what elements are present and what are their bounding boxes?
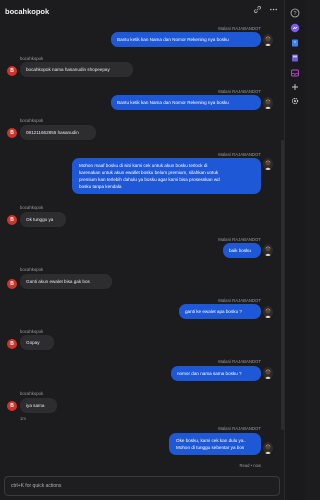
help-icon[interactable]: ?: [290, 8, 300, 18]
message-input[interactable]: ctrl+K for quick actions: [4, 476, 280, 496]
book-icon[interactable]: [290, 53, 300, 63]
customer-avatar: B: [7, 339, 17, 349]
sender-name: Malani RAJABANDOT: [218, 298, 261, 303]
message-bubble-outgoing: Mohon maaf bosku di sini kami cek untuk …: [72, 158, 261, 194]
message-bubble-incoming: Ok tunggu ya: [20, 212, 66, 227]
sender-name: bocahkopok: [20, 329, 44, 334]
message-line: karenakan untuk akun ewallet bosku belum…: [79, 170, 219, 175]
message-line: Oke bosku, kami cek kan dulu ya..: [176, 438, 246, 443]
read-status: Read • now: [239, 463, 262, 468]
message-line: premium kan terlebih dahulu ya bosku aga…: [79, 177, 220, 182]
agent-avatar: [263, 34, 273, 46]
message-bubble-outgoing: Bantu ketik kan Nama dan Nomor Rekening …: [111, 32, 261, 47]
message-bubble-outgoing: nomor dan nama sama bosku ?: [171, 366, 261, 381]
agent-avatar: [263, 442, 273, 454]
sender-name: Malani RAJABANDOT: [218, 89, 261, 94]
sender-name: Malani RAJABANDOT: [218, 26, 261, 31]
right-sidebar: ?: [284, 0, 305, 500]
sender-name: Malani RAJABANDOT: [218, 237, 261, 242]
message-bubble-incoming: Ganti akun ewalet bisa gak bos: [20, 274, 112, 289]
bookmark-icon[interactable]: [290, 38, 300, 48]
sender-name: bocahkopok: [20, 56, 44, 61]
agent-avatar: [263, 367, 273, 379]
customer-avatar: B: [7, 401, 17, 411]
message-bubble-incoming: iya sama: [20, 398, 57, 413]
message-bubble-outgoing: Oke bosku, kami cek kan dulu ya.. Mohon …: [169, 433, 261, 455]
agent-avatar: [263, 158, 273, 170]
message-bubble-incoming: 081211662855 hasanudin: [20, 125, 96, 140]
chat-title: bocahkopok: [5, 6, 50, 16]
sender-name: Malani RAJABANDOT: [218, 359, 261, 364]
messenger-icon[interactable]: [290, 23, 300, 33]
add-icon[interactable]: [290, 82, 300, 92]
customer-avatar: B: [7, 279, 17, 289]
sender-name: bocahkopok: [20, 267, 44, 272]
message-line: Mohon maaf bosku di sini kami cek untuk …: [79, 163, 208, 168]
agent-avatar: [263, 306, 273, 318]
sender-name: Malani RAJABANDOT: [218, 426, 261, 431]
message-timestamp: 1m: [20, 416, 26, 421]
agent-avatar: [263, 97, 273, 109]
svg-text:?: ?: [293, 11, 296, 17]
link-icon[interactable]: [253, 5, 262, 14]
more-options-icon[interactable]: [269, 5, 278, 14]
chat-header: bocahkopok: [0, 0, 284, 22]
sender-name: Malani RAJABANDOT: [218, 152, 261, 157]
message-bubble-outgoing: ganti ke ewalet apa bosku ?: [179, 304, 261, 319]
sender-name: bocahkopok: [20, 118, 44, 123]
settings-gear-icon[interactable]: [290, 96, 300, 106]
sender-name: bocahkopok: [20, 205, 44, 210]
message-bubble-incoming: Gopay: [20, 335, 54, 350]
agent-avatar: [263, 244, 273, 256]
message-line: Mohon di tunggu sebentar ya bos: [176, 445, 245, 450]
sender-name: bocahkopok: [20, 391, 44, 396]
message-bubble-outgoing: baik bosku: [223, 243, 261, 258]
customer-avatar: B: [7, 128, 17, 138]
input-placeholder: ctrl+K for quick actions: [11, 483, 62, 489]
inbox-icon[interactable]: [290, 68, 300, 78]
message-line: bosku tanpa kendala: [79, 184, 122, 189]
scrollbar[interactable]: [281, 140, 284, 430]
message-bubble-incoming: bocahkopok nama hasanudin shopeepay: [20, 62, 133, 77]
customer-avatar: B: [7, 66, 17, 76]
customer-avatar: B: [7, 215, 17, 225]
message-bubble-outgoing: Bantu ketik kan Nama dan Nomor Rekening …: [111, 95, 261, 110]
